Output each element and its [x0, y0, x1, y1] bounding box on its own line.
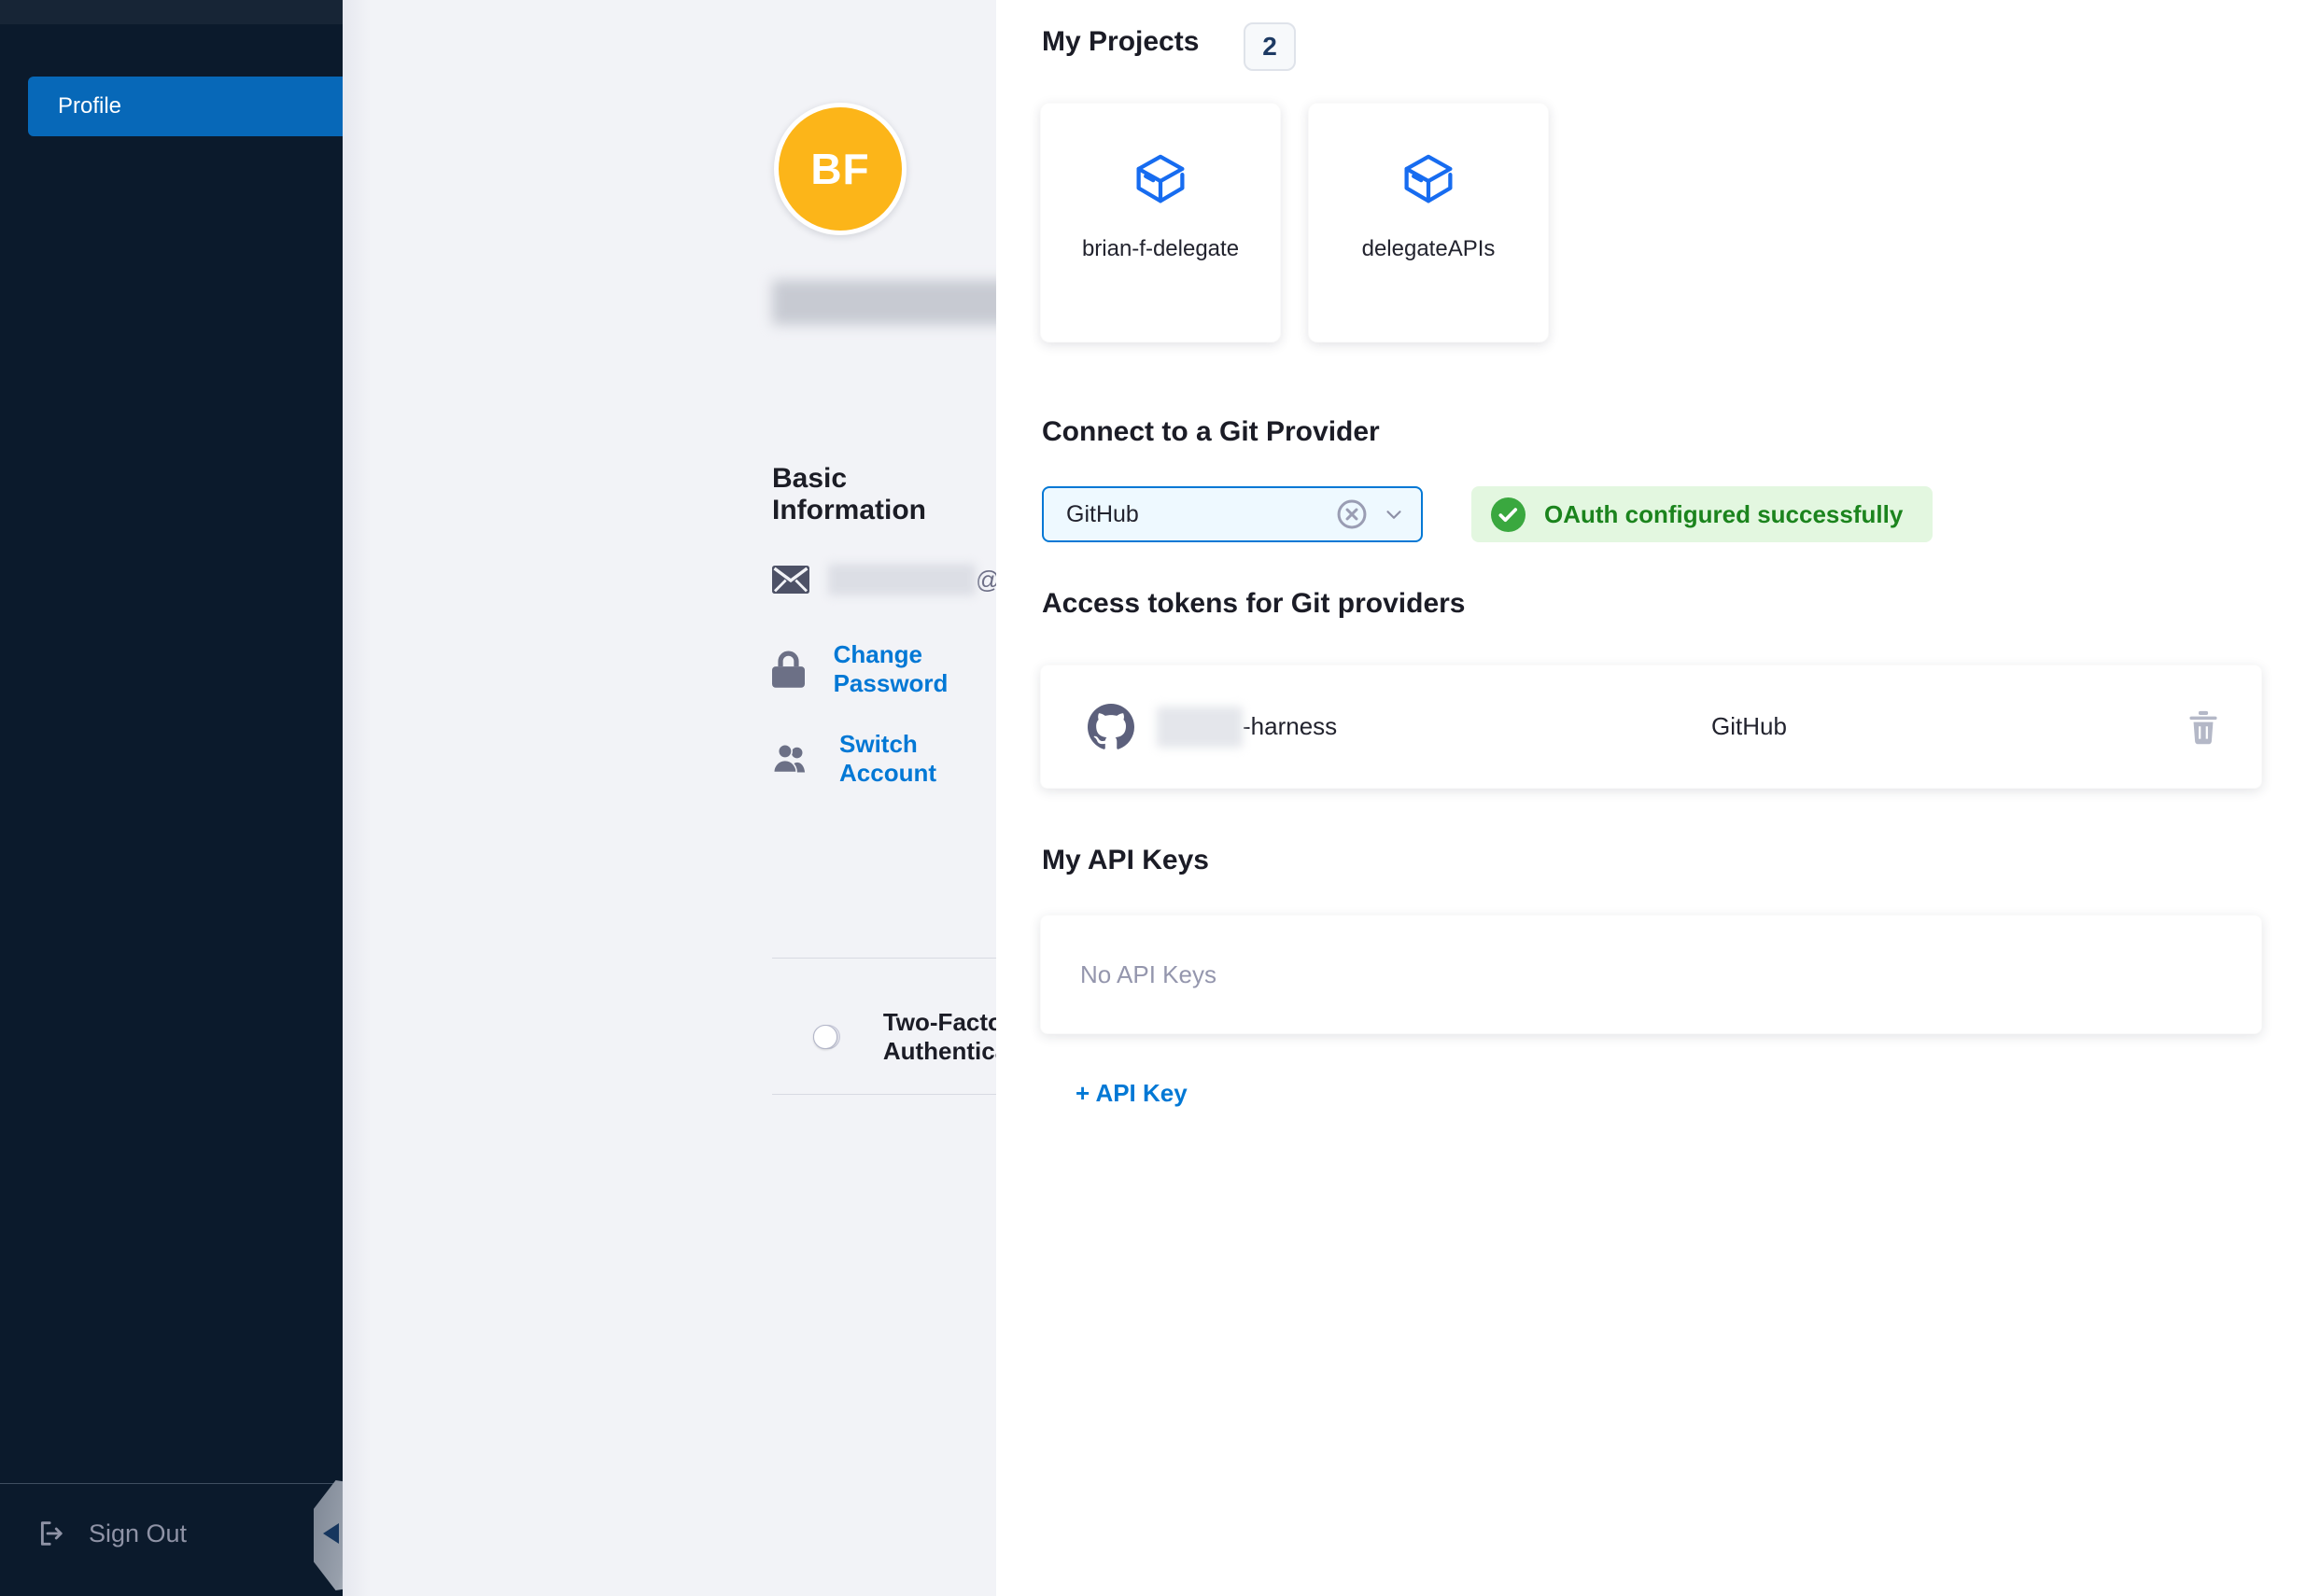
projects-list: brian-f-delegate delegateAPIs — [1040, 103, 1549, 343]
git-provider-select[interactable]: GitHub — [1042, 486, 1423, 542]
page: Profile Sign Out BF — [0, 0, 2306, 1596]
trash-icon — [2188, 709, 2218, 745]
switch-account-link[interactable]: Switch Account — [839, 730, 996, 788]
api-keys-heading: My API Keys — [1042, 845, 1209, 876]
access-token-card: -harness GitHub — [1040, 665, 2262, 789]
profile-panel: BF Basic Information @harness.io — [343, 0, 996, 1596]
project-cube-icon — [1130, 150, 1191, 212]
github-icon — [1088, 704, 1134, 750]
check-circle-icon — [1491, 497, 1526, 532]
sign-out-icon — [36, 1518, 68, 1549]
token-username-redacted — [1157, 707, 1243, 748]
token-provider: GitHub — [1711, 712, 1787, 741]
token-name-suffix: -harness — [1243, 712, 1337, 741]
avatar-initials: BF — [810, 144, 869, 194]
projects-count-badge: 2 — [1244, 22, 1296, 71]
sign-out-label: Sign Out — [89, 1519, 187, 1548]
project-card[interactable]: delegateAPIs — [1308, 103, 1549, 343]
oauth-status-badge: OAuth configured successfully — [1471, 486, 1933, 542]
sidebar-item-profile[interactable]: Profile — [28, 77, 343, 136]
project-name: brian-f-delegate — [1082, 236, 1239, 262]
chevron-down-icon — [1382, 502, 1406, 526]
access-tokens-heading: Access tokens for Git providers — [1042, 588, 1466, 620]
my-projects-heading: My Projects — [1042, 26, 1199, 58]
project-card[interactable]: brian-f-delegate — [1040, 103, 1281, 343]
sidebar-top-strip — [0, 0, 343, 24]
add-api-key-button[interactable]: + API Key — [1076, 1079, 1188, 1108]
two-factor-toggle[interactable] — [813, 1025, 840, 1049]
token-row: -harness GitHub — [1041, 665, 2261, 788]
basic-information-heading: Basic Information — [772, 463, 996, 526]
avatar: BF — [774, 103, 907, 235]
email-icon — [772, 566, 815, 594]
project-cube-icon — [1398, 150, 1459, 212]
delete-token-button[interactable] — [2188, 709, 2218, 745]
change-password-link[interactable]: Change Password — [834, 640, 996, 698]
clear-selection-button[interactable] — [1335, 497, 1369, 531]
email-local-part-redacted — [828, 564, 976, 595]
change-password-row: Change Password — [772, 640, 996, 698]
sidebar-divider — [0, 1483, 343, 1484]
lock-icon — [772, 650, 806, 689]
switch-account-icon — [772, 742, 811, 776]
git-provider-selected-value: GitHub — [1066, 501, 1335, 528]
switch-account-row: Switch Account — [772, 730, 996, 788]
sidebar-item-profile-label: Profile — [58, 93, 121, 119]
git-provider-heading: Connect to a Git Provider — [1042, 416, 1380, 448]
api-keys-empty-text: No API Keys — [1080, 960, 1216, 989]
sidebar: Profile Sign Out — [0, 0, 343, 1596]
clear-circle-x-icon — [1335, 497, 1369, 531]
main-content: My Projects 2 brian-f-delegate — [996, 0, 2306, 1596]
toggle-knob — [813, 1025, 837, 1049]
api-keys-empty-card: No API Keys — [1040, 915, 2262, 1034]
sign-out-button[interactable]: Sign Out — [36, 1518, 187, 1549]
oauth-status-text: OAuth configured successfully — [1544, 500, 1903, 529]
select-dropdown-button[interactable] — [1382, 502, 1406, 526]
project-name: delegateAPIs — [1362, 236, 1496, 262]
